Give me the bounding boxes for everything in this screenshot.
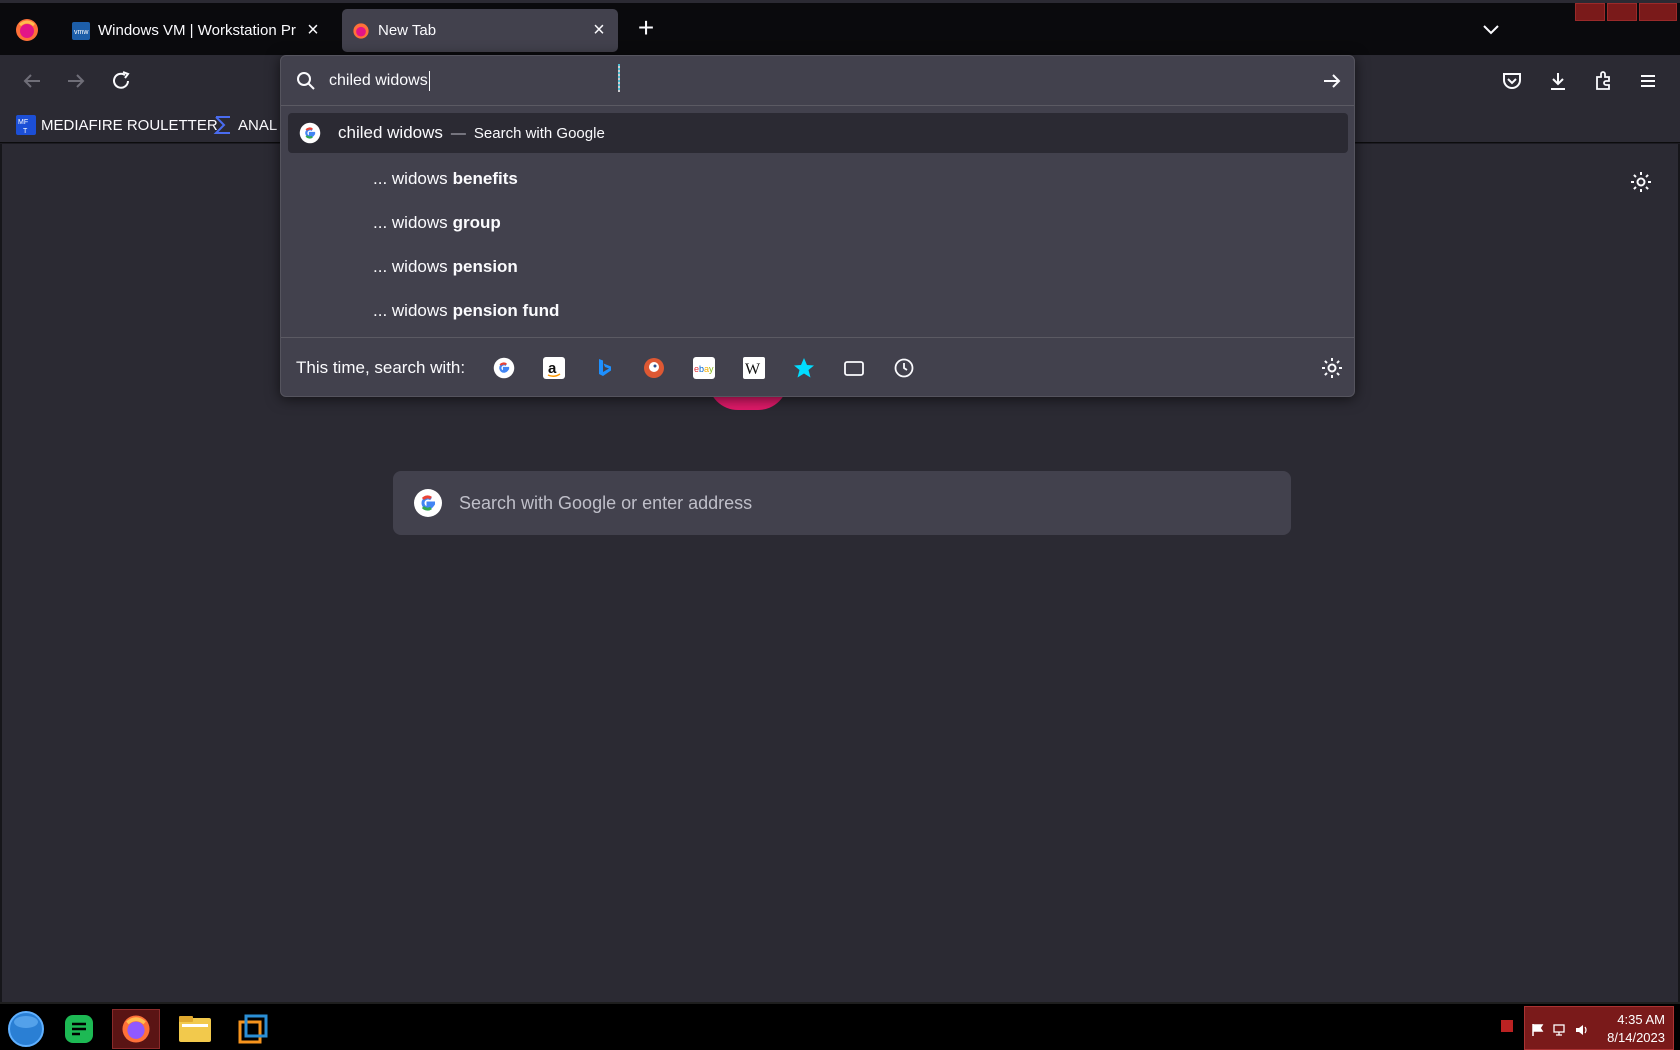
svg-text:ebay: ebay: [694, 364, 714, 374]
tabs-icon[interactable]: [841, 355, 867, 381]
suggestion-prefix: ... widows: [373, 257, 448, 276]
arrow-left-icon: [23, 74, 40, 88]
text-caret: [428, 70, 430, 91]
svg-text:W: W: [745, 361, 761, 378]
back-button[interactable]: [18, 67, 46, 95]
network-icon[interactable]: [1553, 1023, 1567, 1037]
bookmark-mediafire[interactable]: MF T MEDIAFIRE ROULETTER: [16, 113, 218, 137]
gear-icon[interactable]: [1320, 356, 1344, 380]
close-icon[interactable]: ×: [590, 20, 608, 40]
tab-title: New Tab: [378, 22, 437, 39]
suggestion-action: Search with Google: [473, 124, 605, 142]
svg-text:a: a: [548, 360, 557, 377]
arrow-right-icon[interactable]: [1320, 69, 1344, 93]
vmware-taskbar-icon[interactable]: [229, 1009, 277, 1049]
firefox-icon: [352, 22, 370, 40]
tab-new-tab[interactable]: New Tab ×: [342, 9, 618, 52]
suggestion-item[interactable]: ... widows pension fund: [373, 296, 559, 326]
google-icon[interactable]: [491, 355, 517, 381]
bing-icon[interactable]: [591, 355, 617, 381]
volume-icon[interactable]: [1575, 1023, 1589, 1037]
history-icon[interactable]: [891, 355, 917, 381]
hamburger-menu-icon[interactable]: [1634, 67, 1662, 95]
extensions-icon[interactable]: [1589, 67, 1617, 95]
firefox-taskbar-icon[interactable]: [112, 1009, 160, 1049]
forward-button[interactable]: [62, 67, 90, 95]
suggestion-prefix: ... widows: [373, 213, 448, 232]
close-icon[interactable]: ×: [304, 20, 322, 40]
close-window-button[interactable]: [1639, 3, 1677, 21]
maximize-button[interactable]: [1607, 3, 1637, 21]
gear-icon[interactable]: [1629, 170, 1653, 194]
newtab-search-box[interactable]: Search with Google or enter address: [393, 471, 1291, 535]
suggestion-separator: —: [450, 124, 466, 142]
bookmark-label: MEDIAFIRE ROULETTER: [41, 116, 218, 134]
bookmarks-star-icon[interactable]: [791, 355, 817, 381]
suggestion-item[interactable]: ... widows pension: [373, 252, 518, 282]
google-icon: [413, 488, 443, 518]
reload-button[interactable]: [107, 67, 135, 95]
suggestion-query: chiled widows: [338, 123, 443, 142]
start-button[interactable]: [2, 1009, 50, 1049]
firefox-view-icon[interactable]: [14, 17, 40, 43]
suggestion-completion: benefits: [452, 169, 518, 188]
screen: vmw Windows VM | Workstation Pro × New T…: [0, 0, 1680, 1050]
arrow-right-icon: [68, 74, 85, 88]
pocket-icon[interactable]: [1498, 67, 1526, 95]
suggestion-item[interactable]: ... widows benefits: [373, 164, 518, 194]
svg-text:MF: MF: [18, 119, 28, 126]
wikipedia-icon[interactable]: W: [741, 355, 767, 381]
chevron-down-icon[interactable]: [1479, 18, 1503, 42]
newtab-search-placeholder: Search with Google or enter address: [459, 492, 753, 513]
duckduckgo-icon[interactable]: [641, 355, 667, 381]
tab-windows-vm[interactable]: vmw Windows VM | Workstation Pro ×: [62, 9, 332, 52]
svg-text:vmw: vmw: [74, 29, 89, 36]
clock[interactable]: 4:35 AM 8/14/2023: [1607, 1011, 1665, 1047]
google-icon: [299, 122, 321, 144]
suggestion-completion: pension: [452, 257, 518, 276]
mediafire-icon: MF T: [16, 115, 36, 135]
urlbar-text: chiled widows: [329, 71, 428, 89]
new-tab-button[interactable]: +: [633, 14, 659, 42]
download-icon[interactable]: [1544, 67, 1572, 95]
bookmark-label: ANAL: [238, 116, 278, 134]
vmware-icon: vmw: [72, 21, 90, 40]
suggestion-prefix: ... widows: [373, 301, 448, 320]
system-tray: 4:35 AM 8/14/2023: [1524, 1006, 1674, 1050]
flag-icon[interactable]: [1531, 1023, 1545, 1037]
sigma-icon: [213, 115, 233, 135]
tab-strip: vmw Windows VM | Workstation Pro × New T…: [0, 0, 1680, 55]
minimize-button[interactable]: [1575, 3, 1605, 21]
reload-icon: [113, 71, 130, 89]
tab-title: Windows VM | Workstation Pro: [98, 22, 296, 39]
suggestion-completion: pension fund: [452, 301, 560, 320]
suggestion-item[interactable]: ... widows group: [373, 208, 501, 238]
bookmark-anal[interactable]: ANAL: [213, 113, 277, 137]
taskbar: 4:35 AM 8/14/2023: [0, 1002, 1680, 1050]
notes-app-icon[interactable]: [55, 1009, 103, 1049]
ebay-icon[interactable]: ebay: [691, 355, 717, 381]
search-icon: [295, 70, 317, 92]
urlbar-value[interactable]: chiled widows: [329, 70, 430, 91]
tray-indicator: [1501, 1020, 1513, 1032]
svg-text:T: T: [23, 128, 28, 135]
ibeam-cursor-icon: [618, 64, 620, 92]
file-explorer-icon[interactable]: [171, 1009, 219, 1049]
clock-date: 8/14/2023: [1607, 1030, 1665, 1045]
one-off-label: This time, search with:: [296, 358, 466, 377]
amazon-icon[interactable]: a: [541, 355, 567, 381]
one-off-search-bar: This time, search with: a ebay W: [281, 337, 1354, 397]
urlbar-input[interactable]: chiled widows: [281, 56, 1354, 106]
urlbar-dropdown: chiled widows chiled widows — Search wit…: [280, 55, 1355, 397]
suggestion-search-google[interactable]: chiled widows — Search with Google: [288, 113, 1348, 153]
suggestion-prefix: ... widows: [373, 169, 448, 188]
clock-time: 4:35 AM: [1617, 1012, 1665, 1027]
suggestion-completion: group: [452, 213, 501, 232]
